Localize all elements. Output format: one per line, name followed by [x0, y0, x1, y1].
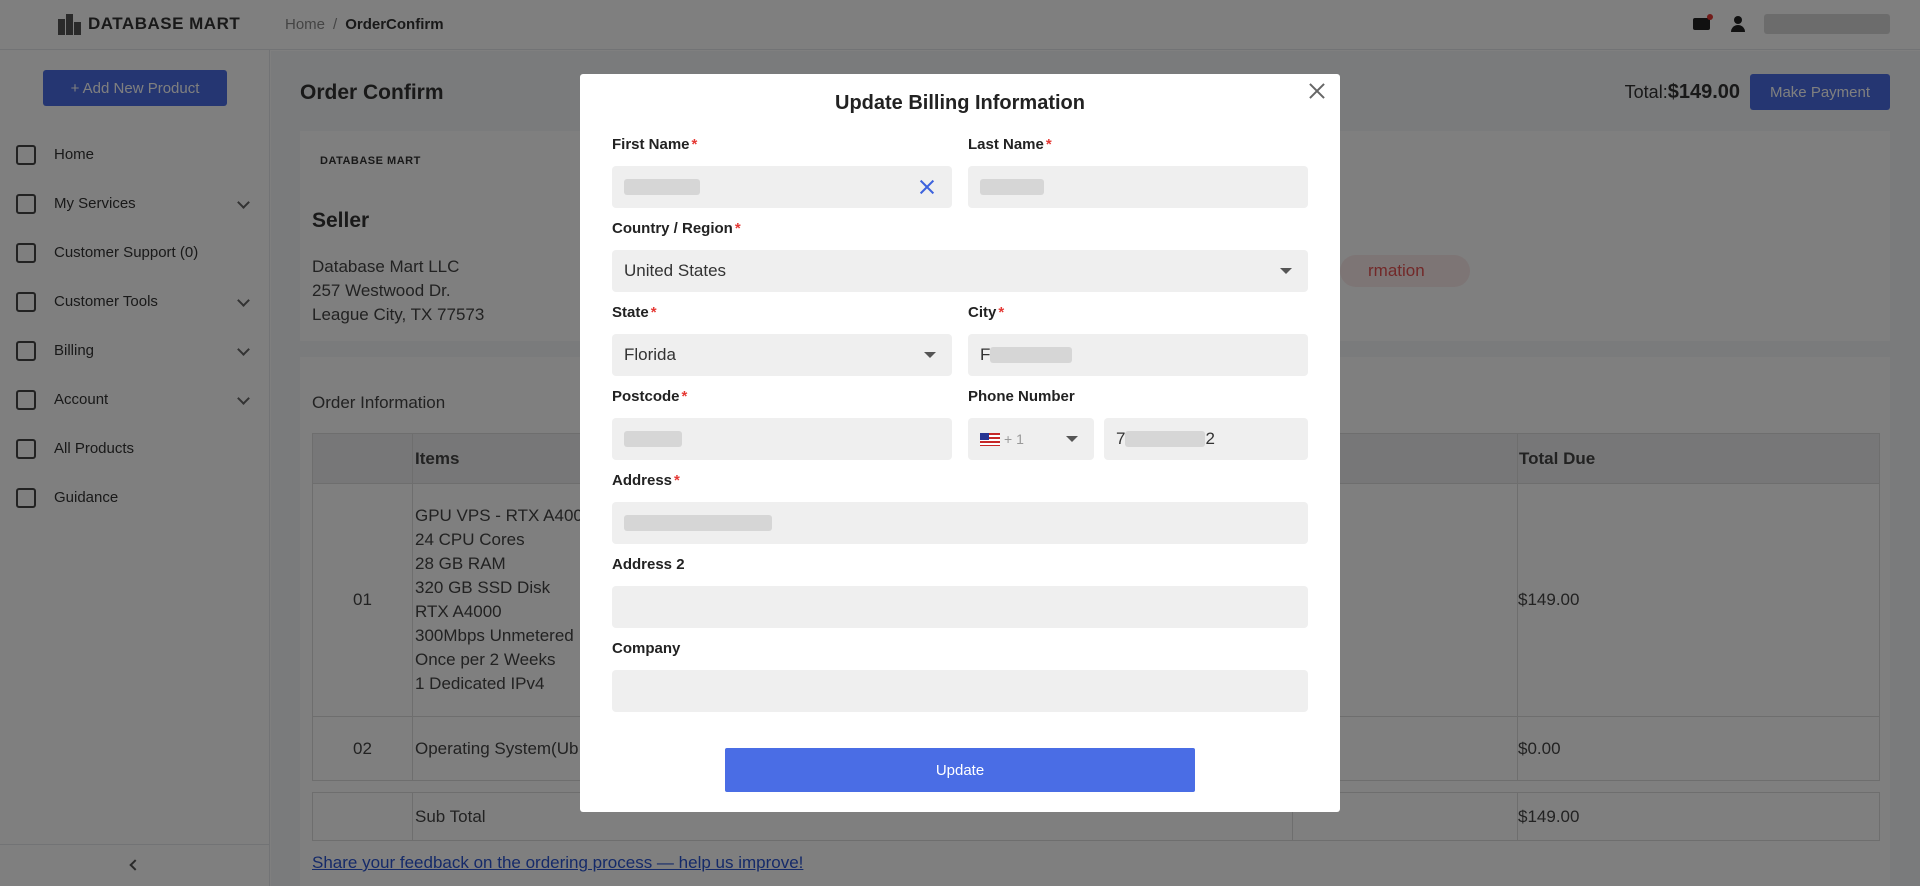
phone-input[interactable]: 72: [1104, 418, 1308, 460]
dial-code: + 1: [1004, 431, 1024, 447]
close-icon[interactable]: [1306, 80, 1328, 102]
state-value: Florida: [624, 345, 676, 364]
state-label: State *: [612, 304, 657, 321]
redacted-value: [980, 179, 1044, 195]
state-field: State * Florida: [612, 304, 952, 376]
address2-input[interactable]: [612, 586, 1308, 628]
company-field: Company: [612, 640, 1308, 712]
country-value: United States: [624, 261, 727, 280]
last-name-field: Last Name *: [968, 136, 1308, 208]
city-value: F: [980, 345, 991, 364]
postcode-label: Postcode *: [612, 388, 688, 405]
redacted-value: [990, 347, 1073, 363]
update-button[interactable]: Update: [725, 748, 1195, 792]
phone-label: Phone Number: [968, 388, 1075, 405]
country-code-select[interactable]: + 1: [968, 418, 1094, 460]
city-label: City *: [968, 304, 1005, 321]
phone-value-end: 2: [1205, 429, 1215, 448]
first-name-input[interactable]: [612, 166, 952, 208]
postcode-input[interactable]: [612, 418, 952, 460]
state-select[interactable]: Florida: [612, 334, 952, 376]
caret-down-icon: [1066, 436, 1078, 442]
redacted-value: [624, 431, 682, 447]
city-field: City * F: [968, 304, 1308, 376]
phone-value-start: 7: [1116, 429, 1126, 448]
caret-down-icon: [1280, 268, 1292, 274]
city-input[interactable]: F: [968, 334, 1308, 376]
redacted-value: [1125, 431, 1206, 447]
country-field: Country / Region * United States: [612, 220, 1308, 292]
country-select[interactable]: United States: [612, 250, 1308, 292]
first-name-field: First Name *: [612, 136, 952, 208]
billing-modal: Update Billing Information First Name * L…: [580, 74, 1340, 812]
first-name-label: First Name *: [612, 136, 698, 153]
clear-icon[interactable]: [918, 178, 936, 196]
last-name-label: Last Name *: [968, 136, 1052, 153]
address2-label: Address 2: [612, 556, 685, 573]
redacted-value: [624, 515, 772, 531]
phone-field: Phone Number + 1 72: [968, 388, 1308, 460]
country-label: Country / Region *: [612, 220, 741, 237]
modal-title: Update Billing Information: [835, 92, 1085, 114]
company-label: Company: [612, 640, 681, 657]
address-label: Address *: [612, 472, 680, 489]
last-name-input[interactable]: [968, 166, 1308, 208]
address-input[interactable]: [612, 502, 1308, 544]
company-input[interactable]: [612, 670, 1308, 712]
us-flag-icon: [980, 432, 1000, 446]
address2-field: Address 2: [612, 556, 1308, 628]
postcode-field: Postcode *: [612, 388, 952, 460]
address-field: Address *: [612, 472, 1308, 544]
caret-down-icon: [924, 352, 936, 358]
redacted-value: [624, 179, 700, 195]
